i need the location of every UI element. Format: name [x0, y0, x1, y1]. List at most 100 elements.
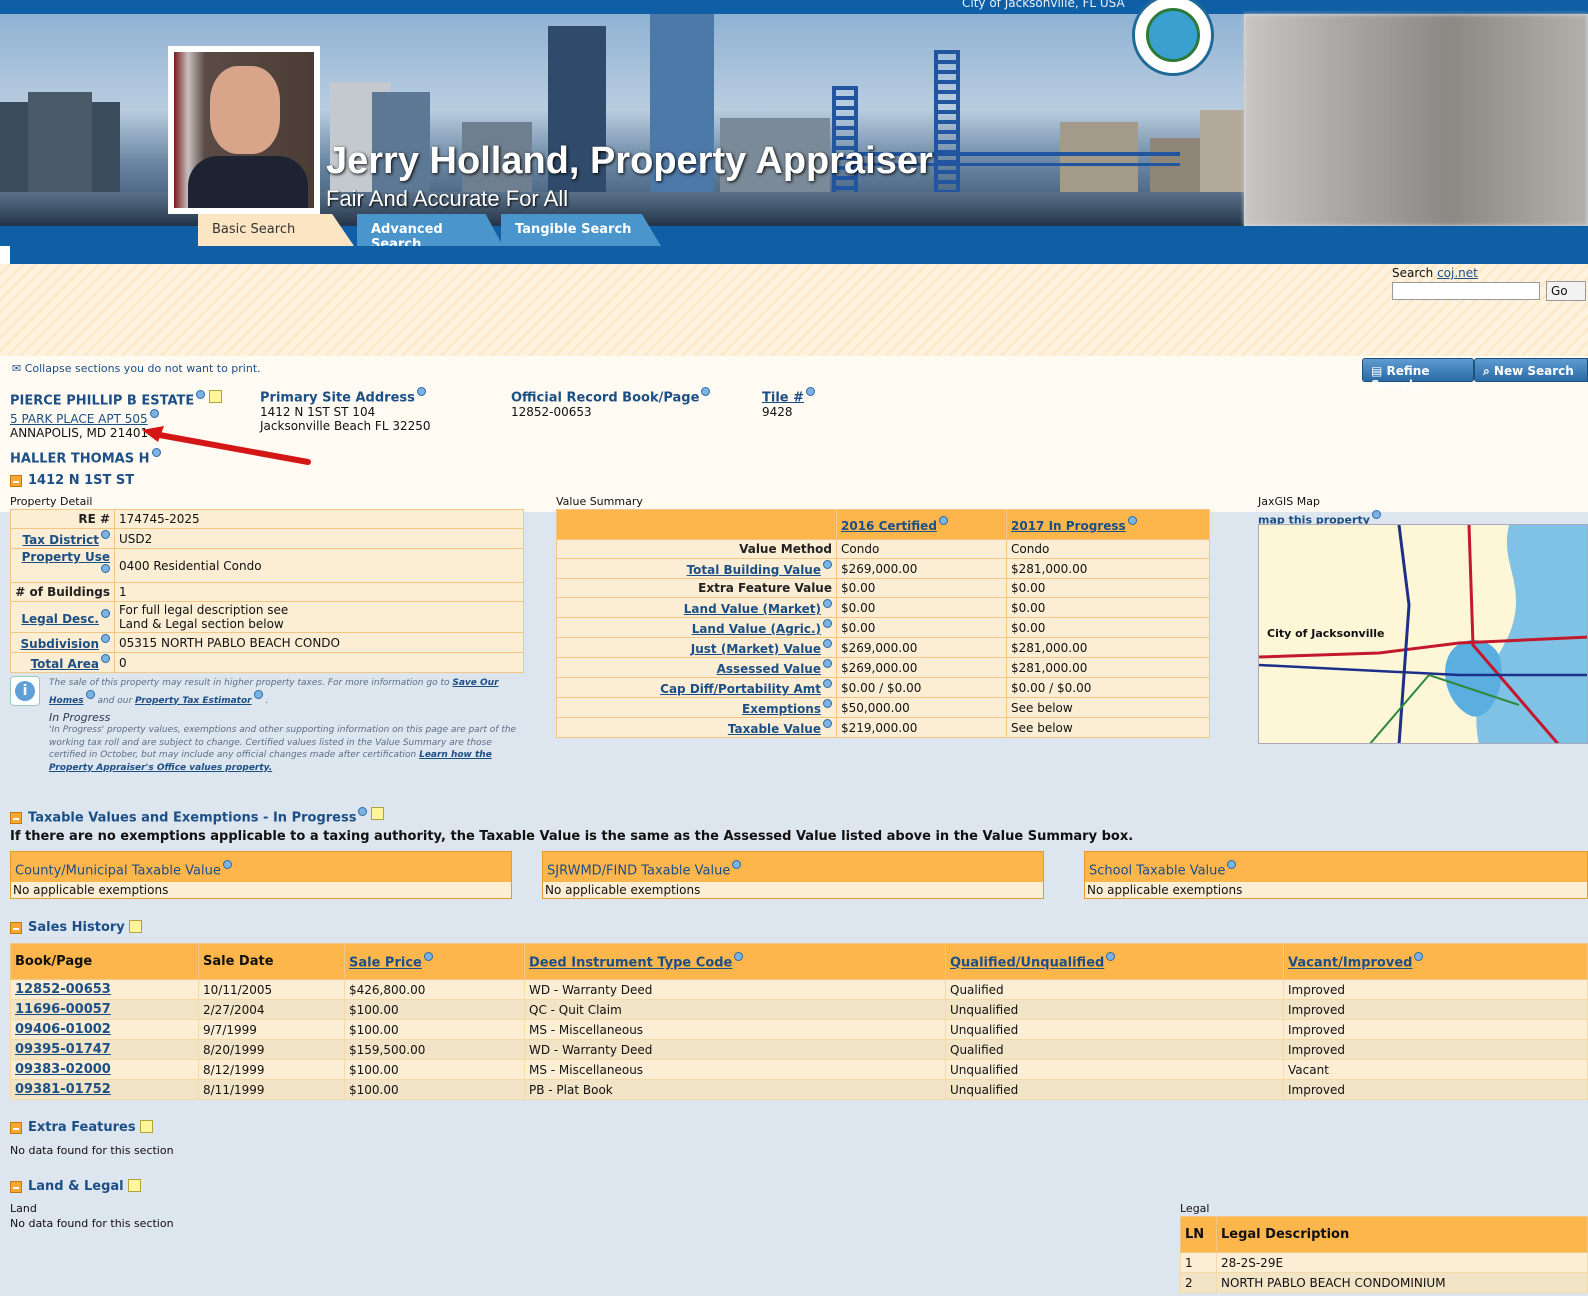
sales-cell: Unqualified	[945, 1019, 1284, 1040]
col-2016-certified[interactable]: 2016 Certified	[841, 519, 937, 533]
value-summary-row: Extra Feature Value $0.00 $0.00	[556, 578, 1210, 598]
tab-tangible-search[interactable]: Tangible Search	[501, 214, 661, 246]
sales-cell: WD - Warranty Deed	[524, 1039, 946, 1060]
book-page-link[interactable]: 09383-02000	[15, 1062, 111, 1077]
property-detail-label-text[interactable]: Subdivision	[21, 637, 99, 651]
property-detail-label-text[interactable]: Tax District	[23, 533, 100, 547]
value-label-text[interactable]: Land Value (Agric.)	[692, 622, 821, 636]
info-icon[interactable]	[1106, 952, 1116, 962]
note-icon[interactable]	[209, 390, 223, 403]
value-label: Taxable Value	[556, 717, 837, 738]
info-icon[interactable]	[196, 390, 206, 399]
collapse-icon[interactable]	[10, 921, 22, 934]
property-detail-value-text: 174745-2025	[119, 512, 200, 526]
info-icon[interactable]	[1371, 510, 1381, 519]
property-detail-label-text[interactable]: Legal Desc.	[21, 612, 99, 626]
new-search-button[interactable]: ⌕ New Search	[1474, 358, 1588, 382]
note-icon[interactable]	[139, 1120, 153, 1133]
info-icon[interactable]	[701, 387, 711, 396]
property-detail-value-text: 0400 Residential Condo	[119, 558, 262, 573]
sales-cell: $100.00	[344, 999, 525, 1020]
sales-cell: Vacant	[1283, 1059, 1588, 1080]
info-icon[interactable]	[101, 608, 110, 618]
property-detail-label-text[interactable]: Property Use	[22, 550, 110, 564]
book-page-link[interactable]: 09406-01002	[15, 1022, 111, 1037]
info-icon[interactable]	[101, 564, 110, 573]
value-label-text[interactable]: Just (Market) Value	[691, 642, 821, 656]
value-label: Exemptions	[556, 697, 837, 718]
property-detail-row: RE # 174745-2025	[10, 509, 524, 529]
legal-label: Legal	[1180, 1202, 1210, 1215]
info-icon[interactable]	[101, 530, 110, 539]
tab-advanced-search[interactable]: Advanced Search	[357, 214, 503, 246]
note-icon[interactable]	[371, 807, 385, 820]
col-2017-in-progress[interactable]: 2017 In Progress	[1011, 519, 1126, 533]
property-detail-row: Total Area 0	[10, 652, 524, 673]
collapse-icon[interactable]	[10, 1121, 22, 1134]
book-page-link[interactable]: 11696-00057	[15, 1002, 111, 1017]
value-label-text[interactable]: Total Building Value	[687, 563, 821, 577]
value-label-text[interactable]: Assessed Value	[717, 662, 821, 676]
refine-search-button[interactable]: ▤ Refine Search	[1362, 358, 1474, 392]
coj-link[interactable]: coj.net	[1437, 266, 1478, 280]
value-label-text[interactable]: Taxable Value	[728, 722, 821, 736]
info-icon[interactable]	[253, 689, 263, 699]
info-icon[interactable]	[823, 659, 832, 668]
info-icon[interactable]	[823, 639, 832, 648]
info-icon[interactable]	[423, 952, 433, 962]
info-icon[interactable]	[85, 689, 95, 699]
book-page-link[interactable]: 12852-00653	[15, 982, 111, 997]
info-icon[interactable]	[823, 679, 832, 688]
note-icon[interactable]	[128, 920, 142, 933]
go-button[interactable]: Go	[1546, 281, 1586, 301]
value-label: Assessed Value	[556, 657, 837, 678]
tab-basic-search[interactable]: Basic Search	[198, 214, 354, 246]
sales-cell: $159,500.00	[344, 1039, 525, 1060]
book-page-link[interactable]: 09381-01752	[15, 1082, 111, 1097]
info-icon[interactable]	[823, 560, 832, 569]
collapse-icon[interactable]	[10, 474, 22, 487]
info-icon[interactable]	[806, 387, 816, 396]
sales-cell: Unqualified	[945, 999, 1284, 1020]
info-icon[interactable]	[823, 699, 832, 708]
info-icon[interactable]	[823, 719, 832, 728]
value-label: Cap Diff/Portability Amt	[556, 677, 837, 698]
info-icon[interactable]	[416, 387, 426, 396]
search-icon: ⌕	[1483, 364, 1494, 378]
top-bar	[0, 0, 1588, 14]
note-icon[interactable]	[127, 1179, 141, 1192]
info-icon[interactable]	[1127, 516, 1137, 525]
book-page-link[interactable]: 09395-01747	[15, 1042, 111, 1057]
info-icon[interactable]	[149, 409, 159, 419]
info-icon[interactable]	[358, 807, 368, 816]
info-icon[interactable]	[823, 599, 832, 608]
info-icon[interactable]	[1227, 860, 1237, 869]
info-icon[interactable]	[222, 860, 232, 869]
jaxgis-map[interactable]: City of Jacksonville	[1258, 524, 1588, 744]
value-label-text[interactable]: Cap Diff/Portability Amt	[660, 682, 821, 696]
sales-cell: 8/12/1999	[198, 1059, 345, 1080]
info-icon[interactable]	[101, 654, 110, 663]
sales-cell: Unqualified	[945, 1079, 1284, 1100]
property-detail-label-text[interactable]: Total Area	[31, 657, 99, 671]
property-detail-value-text: USD2	[119, 531, 153, 546]
info-icon[interactable]	[732, 860, 742, 869]
property-tax-estimator-link[interactable]: Property Tax Estimator	[135, 696, 252, 706]
site-search-input[interactable]	[1392, 282, 1540, 300]
sales-cell: 10/11/2005	[198, 979, 345, 1000]
owner-address-line1[interactable]: 5 PARK PLACE APT 505	[10, 412, 148, 426]
sales-cell: Improved	[1283, 1039, 1588, 1060]
info-icon[interactable]	[101, 634, 110, 643]
sales-cell: QC - Quit Claim	[524, 999, 946, 1020]
site-title: Jerry Holland, Property Appraiser	[326, 140, 933, 182]
info-icon[interactable]	[938, 516, 948, 525]
info-icon[interactable]	[734, 952, 744, 962]
tile-link[interactable]: Tile #	[762, 390, 804, 405]
property-detail-label-text: RE #	[78, 512, 110, 526]
collapse-icon[interactable]	[10, 811, 22, 824]
value-label-text[interactable]: Land Value (Market)	[684, 602, 821, 616]
info-icon[interactable]	[1414, 952, 1424, 962]
info-icon[interactable]	[823, 619, 832, 628]
collapse-icon[interactable]	[10, 1180, 22, 1193]
value-label-text[interactable]: Exemptions	[742, 702, 821, 716]
